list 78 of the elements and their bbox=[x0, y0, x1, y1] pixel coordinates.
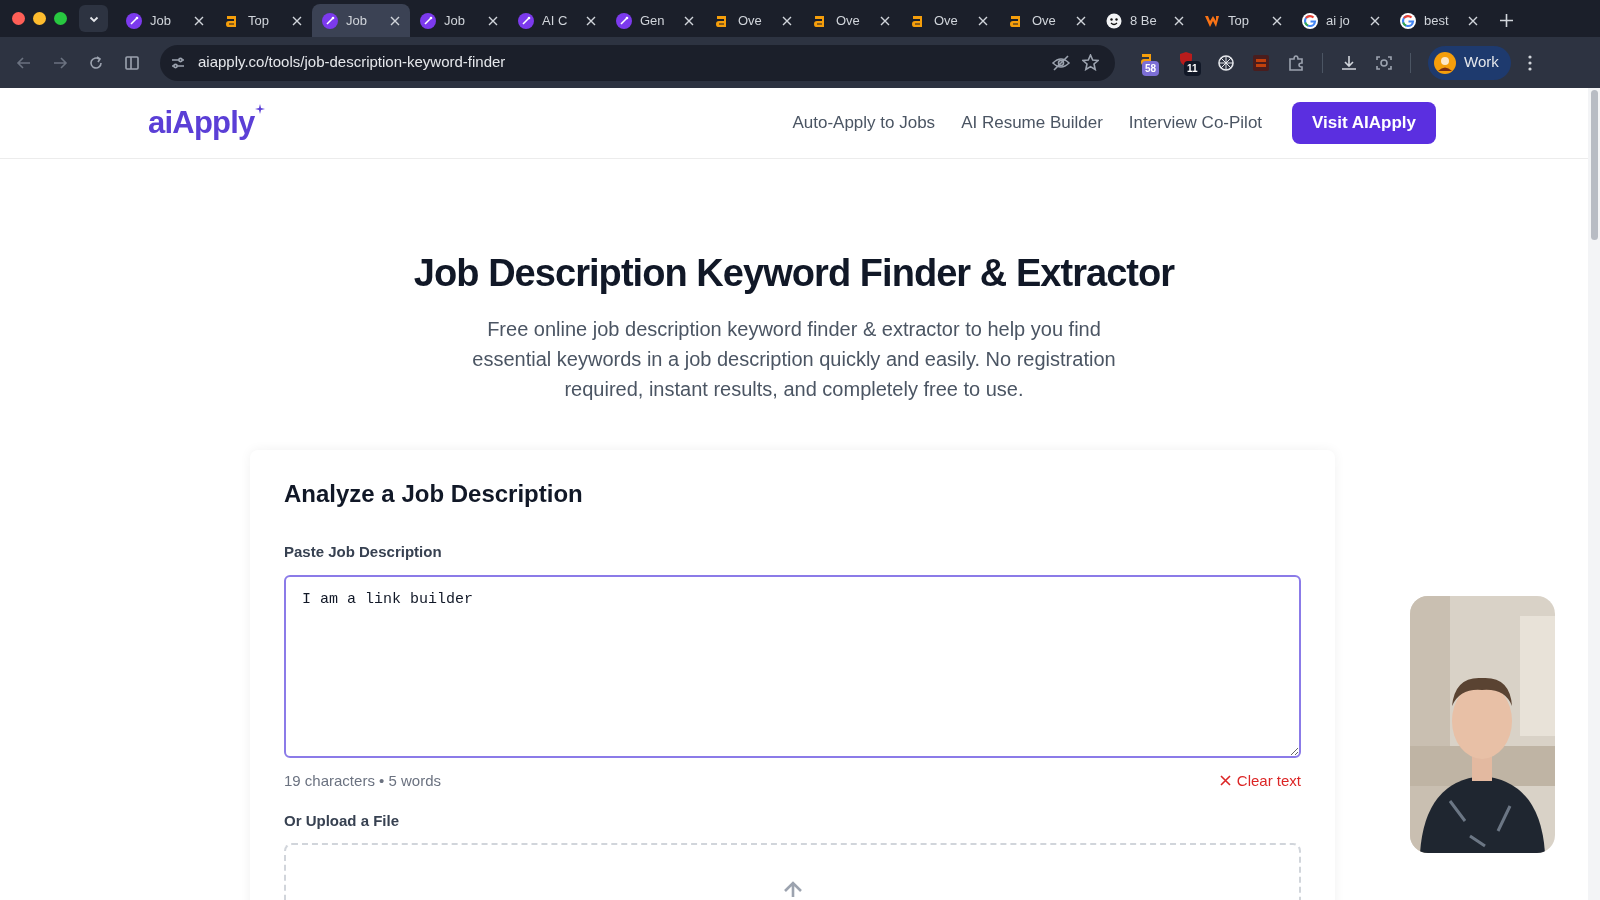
close-icon[interactable] bbox=[782, 15, 792, 26]
forward-icon[interactable] bbox=[52, 54, 68, 71]
page-description: Free online job description keyword finder & extractor to help you find essential keywords in a job description quickly and easily. No registration required, instant results, and completely free to use. bbox=[471, 317, 1117, 402]
scrollbar-thumb[interactable] bbox=[1590, 90, 1598, 240]
back-icon[interactable] bbox=[16, 54, 32, 71]
tab-title: Ove bbox=[1032, 11, 1057, 30]
g-logo-icon bbox=[1400, 12, 1416, 29]
nav-link[interactable]: AI Resume Builder bbox=[961, 110, 1103, 136]
g-logo-icon bbox=[1302, 12, 1318, 29]
tab-title: Top bbox=[1228, 11, 1250, 30]
download-icon[interactable] bbox=[1340, 53, 1358, 72]
extension-badge: 58 bbox=[1142, 60, 1160, 76]
page-title: Job Description Keyword Finder & Extractor bbox=[413, 251, 1175, 296]
tab-title: Top bbox=[248, 11, 270, 30]
sparkle-icon bbox=[254, 103, 265, 114]
eye-slash-icon[interactable] bbox=[1052, 54, 1070, 71]
menu-icon[interactable] bbox=[1527, 54, 1532, 71]
tab-title: AI C bbox=[542, 11, 569, 30]
lens-icon[interactable] bbox=[1375, 53, 1393, 72]
close-icon[interactable] bbox=[488, 15, 498, 26]
nav-link[interactable]: Interview Co-Pilot bbox=[1128, 110, 1263, 136]
reload-icon[interactable] bbox=[88, 54, 104, 71]
pen-icon bbox=[322, 12, 338, 29]
site-logo[interactable]: aiApply bbox=[148, 99, 255, 147]
pen-icon bbox=[126, 12, 142, 29]
close-icon[interactable] bbox=[390, 15, 400, 26]
tab-title: Ove bbox=[836, 11, 861, 30]
extension-icon[interactable] bbox=[1252, 53, 1270, 72]
bookmark-star-icon[interactable] bbox=[1082, 54, 1099, 71]
close-icon[interactable] bbox=[684, 15, 694, 26]
field-label: Paste Job Description bbox=[284, 542, 443, 562]
new-tab-icon[interactable] bbox=[1500, 14, 1513, 27]
extension-icon[interactable]: 11 bbox=[1178, 50, 1200, 75]
puzzle-icon[interactable] bbox=[1287, 53, 1305, 72]
close-icon[interactable] bbox=[1272, 15, 1282, 26]
tab-title: best bbox=[1424, 11, 1450, 30]
clear-text-button[interactable]: Clear text bbox=[1219, 769, 1301, 793]
split-view-icon[interactable] bbox=[124, 54, 140, 71]
close-icon[interactable] bbox=[1468, 15, 1478, 26]
extension-badge: 11 bbox=[1184, 60, 1201, 76]
tab-title: ai jo bbox=[1326, 11, 1351, 30]
close-icon bbox=[1219, 775, 1231, 787]
extension-icon[interactable]: 58 bbox=[1139, 50, 1161, 75]
browser-tab[interactable]: Job bbox=[312, 4, 410, 37]
smiley-icon bbox=[1106, 12, 1122, 29]
tab-title: Job bbox=[150, 11, 172, 30]
close-icon[interactable] bbox=[1174, 15, 1184, 26]
profile-button[interactable]: Work bbox=[1428, 45, 1511, 80]
close-icon[interactable] bbox=[1370, 15, 1380, 26]
close-icon[interactable] bbox=[880, 15, 890, 26]
visit-button[interactable]: Visit AIApply bbox=[1292, 102, 1436, 144]
tab-title: Job bbox=[444, 11, 466, 30]
tab-search-button[interactable] bbox=[79, 5, 108, 32]
avatar-icon bbox=[1434, 51, 1456, 74]
section-heading: Analyze a Job Description bbox=[284, 479, 584, 509]
close-icon[interactable] bbox=[194, 15, 204, 26]
job-description-field[interactable]: I am a link builder bbox=[284, 574, 1301, 758]
pen-icon bbox=[518, 12, 534, 29]
nav-link[interactable]: Auto-Apply to Jobs bbox=[792, 110, 936, 136]
window-control-icon[interactable] bbox=[12, 12, 25, 25]
knot-logo-icon[interactable] bbox=[1217, 53, 1235, 72]
tab-title: Gen bbox=[640, 11, 666, 30]
tab-title: Ove bbox=[934, 11, 959, 30]
pen-icon bbox=[420, 12, 436, 29]
address-bar[interactable]: aiapply.co/tools/job-description-keyword-finder bbox=[160, 44, 1115, 81]
pen-icon bbox=[616, 12, 632, 29]
close-icon[interactable] bbox=[292, 15, 302, 26]
tab-title: Ove bbox=[738, 11, 763, 30]
character-count: 19 characters • 5 words bbox=[284, 770, 441, 791]
url-text: aiapply.co/tools/job-description-keyword-finder bbox=[198, 52, 507, 73]
window-control-icon[interactable] bbox=[54, 12, 67, 25]
close-icon[interactable] bbox=[1076, 15, 1086, 26]
upload-label: Or Upload a File bbox=[284, 811, 401, 832]
tab-title: Job bbox=[346, 11, 368, 30]
window-control-icon[interactable] bbox=[33, 12, 46, 25]
tab-title: 8 Be bbox=[1130, 11, 1158, 30]
close-icon[interactable] bbox=[586, 15, 596, 26]
close-icon[interactable] bbox=[978, 15, 988, 26]
